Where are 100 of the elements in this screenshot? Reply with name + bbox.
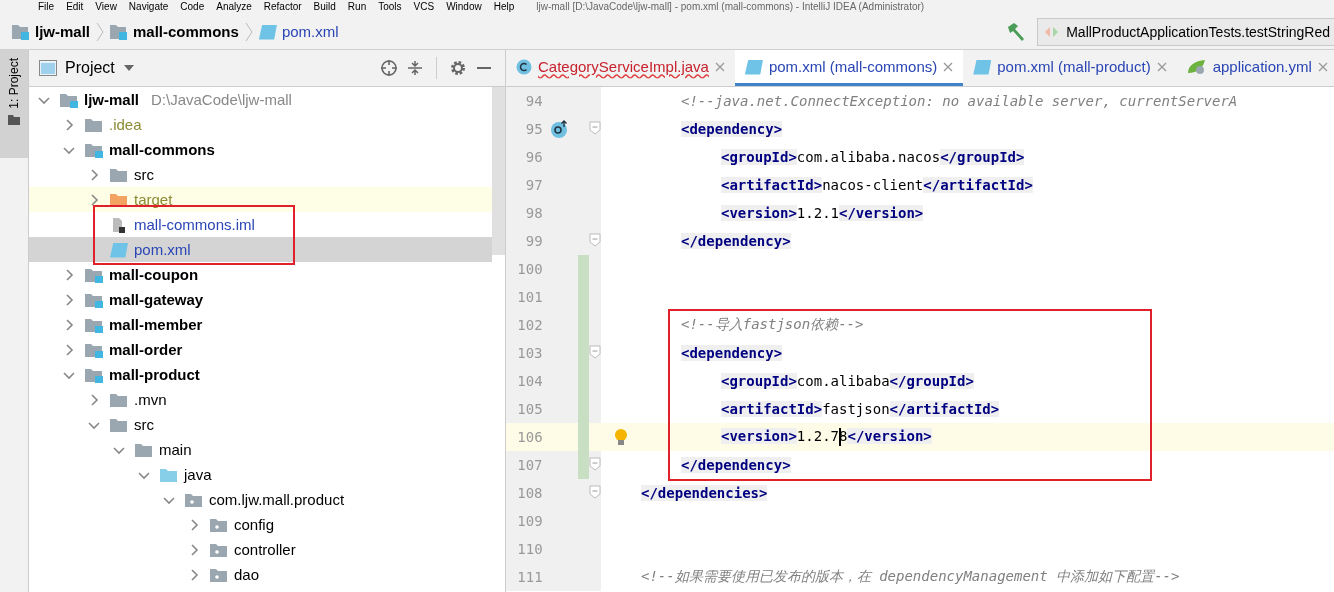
line-number: 100: [516, 261, 543, 277]
folder-icon: [185, 491, 203, 508]
tree-row[interactable]: pom.xml: [29, 237, 492, 262]
tree-item-label: mall-product: [109, 366, 200, 383]
tree-row[interactable]: src: [29, 412, 492, 437]
tree-row[interactable]: mall-order: [29, 337, 492, 362]
close-icon[interactable]: [714, 61, 725, 72]
panel-title[interactable]: Project: [65, 59, 115, 77]
tree-row[interactable]: mall-gateway: [29, 287, 492, 312]
tree-row[interactable]: .mvn: [29, 387, 492, 412]
folder-icon: [210, 516, 228, 533]
tree-item-label: pom.xml: [134, 241, 191, 258]
menu-item[interactable]: Navigate: [128, 0, 169, 14]
chevron-icon[interactable]: [88, 193, 100, 206]
tree-item-label: mall-order: [109, 341, 183, 358]
chevron-icon[interactable]: [188, 568, 200, 581]
menu-item[interactable]: File: [38, 0, 55, 14]
editor-tab[interactable]: pom.xml (mall-product): [963, 50, 1177, 86]
chevron-icon[interactable]: [63, 343, 75, 356]
tree-item-label: mall-member: [109, 316, 203, 333]
tree-item-label: controller: [234, 541, 296, 558]
dropdown-caret-icon[interactable]: [122, 64, 135, 72]
chevron-icon[interactable]: [63, 318, 75, 331]
run-configuration-dropdown[interactable]: MallProductApplicationTests.testStringRed: [1037, 17, 1334, 46]
folder-icon: [135, 441, 153, 458]
settings-icon[interactable]: [449, 59, 467, 77]
folder-icon: [85, 116, 103, 133]
tree-row[interactable]: mall-commons.iml: [29, 212, 492, 237]
line-number: 97: [524, 177, 543, 193]
menu-item[interactable]: Analyze: [216, 0, 252, 14]
breadcrumb[interactable]: ljw-mall: [12, 23, 90, 40]
menu-item[interactable]: Help: [493, 0, 515, 14]
module-folder-icon: [12, 23, 30, 40]
menu-item[interactable]: View: [95, 0, 117, 14]
tree-item-label: mall-gateway: [109, 291, 204, 308]
tree-row[interactable]: mall-commons: [29, 137, 492, 162]
menu-item[interactable]: Window: [446, 0, 482, 14]
menu-item[interactable]: Build: [313, 0, 336, 14]
close-icon[interactable]: [943, 61, 954, 72]
editor-tab[interactable]: CategoryServiceImpl.java: [506, 50, 735, 86]
tree-item-label: mall-commons.iml: [134, 216, 255, 233]
folder-icon: [85, 316, 103, 333]
menu-item[interactable]: Tools: [378, 0, 402, 14]
folder-icon: [85, 291, 103, 308]
line-number: 109: [516, 513, 543, 529]
tree-item-label: src: [134, 416, 154, 433]
tree-row[interactable]: dao: [29, 562, 492, 587]
tree-row[interactable]: controller: [29, 537, 492, 562]
chevron-icon[interactable]: [63, 268, 75, 281]
line-number: 98: [524, 205, 543, 221]
collapse-icon[interactable]: [406, 59, 424, 77]
chevron-icon[interactable]: [88, 168, 100, 181]
folder-icon: [210, 566, 228, 583]
code-line: <groupId>com.alibaba</groupId>: [721, 373, 974, 389]
tree-row[interactable]: mall-coupon: [29, 262, 492, 287]
tree-row[interactable]: .idea: [29, 112, 492, 137]
menu-item[interactable]: Edit: [66, 0, 84, 14]
project-tool-button[interactable]: 1: Project: [0, 50, 28, 158]
chevron-icon[interactable]: [63, 118, 75, 131]
chevron-icon[interactable]: [88, 393, 100, 406]
line-number: 107: [516, 457, 543, 473]
tree-item-label: com.ljw.mall.product: [209, 491, 345, 508]
menu-item[interactable]: Run: [347, 0, 367, 14]
line-number: 96: [524, 149, 543, 165]
tree-row[interactable]: ljw-mall D:\JavaCode\ljw-mall: [29, 87, 492, 112]
breadcrumb[interactable]: mall-commons: [110, 23, 239, 40]
leaf-icon: [1186, 58, 1207, 75]
tree-row[interactable]: src: [29, 162, 492, 187]
code-line: <groupId>com.alibaba.nacos</groupId>: [721, 149, 1025, 165]
line-number: 101: [516, 289, 543, 305]
chevron-icon[interactable]: [188, 543, 200, 556]
editor-tab[interactable]: application.yml: [1176, 50, 1334, 86]
tree-row[interactable]: config: [29, 512, 492, 537]
tree-row[interactable]: mall-product: [29, 362, 492, 387]
menu-item[interactable]: Code: [180, 0, 205, 14]
code-line: <artifactId>fastjson</artifactId>: [721, 401, 1000, 417]
menu-item[interactable]: Refactor: [263, 0, 302, 14]
tree-item-label: target: [134, 191, 173, 208]
close-icon[interactable]: [1156, 61, 1167, 72]
folder-icon: [110, 166, 128, 183]
folder-icon: [85, 141, 103, 158]
tree-row[interactable]: main: [29, 437, 492, 462]
line-number: 110: [516, 541, 543, 557]
lightbulb-icon[interactable]: [614, 428, 628, 446]
scrollbar[interactable]: [492, 87, 505, 255]
breadcrumb[interactable]: pom.xml: [258, 23, 339, 40]
tree-item-label: src: [134, 166, 154, 183]
close-icon[interactable]: [1317, 61, 1328, 72]
tree-row[interactable]: target: [29, 187, 492, 212]
tree-row[interactable]: java: [29, 462, 492, 487]
tree-row[interactable]: mall-member: [29, 312, 492, 337]
folder-icon: [85, 366, 103, 383]
tree-item-label: ljw-mall: [84, 91, 139, 108]
chevron-icon[interactable]: [63, 293, 75, 306]
menu-item[interactable]: VCS: [413, 0, 435, 14]
line-number: 102: [516, 317, 543, 333]
tree-row[interactable]: com.ljw.mall.product: [29, 487, 492, 512]
chevron-icon[interactable]: [188, 518, 200, 531]
crosshair-icon[interactable]: [380, 59, 398, 77]
editor-tab[interactable]: pom.xml (mall-commons): [734, 50, 964, 86]
